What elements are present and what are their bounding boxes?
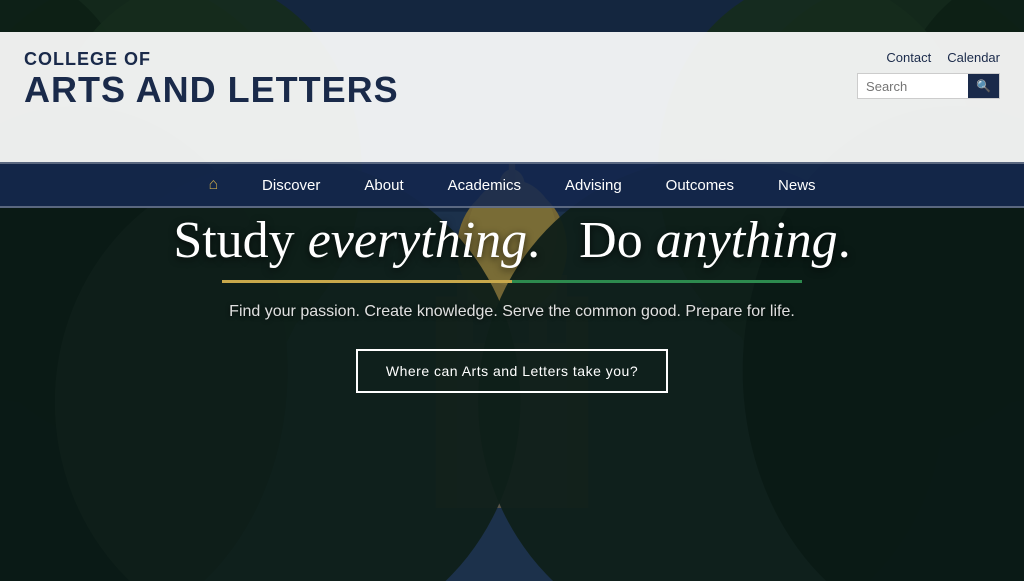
nav-item-academics[interactable]: Academics [426,165,543,206]
nav-link-academics[interactable]: Academics [426,165,543,206]
cta-button[interactable]: Where can Arts and Letters take you? [356,349,668,393]
nav-link-about[interactable]: About [342,165,425,206]
underline-yellow [222,280,512,283]
college-line1: COLLEGE OF [24,50,399,70]
headline-study: Study [173,212,307,269]
hero-subtitle: Find your passion. Create knowledge. Ser… [112,303,912,321]
header-links: Contact Calendar [886,50,1000,65]
search-button[interactable]: 🔍 [968,74,999,98]
nav-items: ⌂ Discover About Academics Advising Outc… [186,165,837,206]
contact-link[interactable]: Contact [886,50,931,65]
site-header: COLLEGE OF ARTS AND LETTERS Contact Cale… [0,32,1024,208]
underline-green [512,280,802,283]
nav-item-about[interactable]: About [342,165,425,206]
nav-link-advising[interactable]: Advising [543,165,644,206]
calendar-link[interactable]: Calendar [947,50,1000,65]
search-box: 🔍 [857,73,1000,99]
hero-underline [222,280,802,283]
nav-link-discover[interactable]: Discover [240,165,342,206]
hero-headline: Study everything. Do anything. [112,210,912,272]
header-right: Contact Calendar 🔍 [857,50,1000,99]
nav-item-news[interactable]: News [756,165,838,206]
nav-link-news[interactable]: News [756,165,838,206]
headline-everything: everything [308,212,527,269]
nav-home[interactable]: ⌂ [186,176,240,194]
headline-dot1: . Do [527,212,656,269]
headline-anything: anything [656,212,838,269]
home-icon[interactable]: ⌂ [186,164,240,205]
navigation-bar: ⌂ Discover About Academics Advising Outc… [0,162,1024,208]
college-line2: ARTS AND LETTERS [24,70,399,110]
headline-dot2: . [838,212,851,269]
nav-item-outcomes[interactable]: Outcomes [644,165,756,206]
nav-item-discover[interactable]: Discover [240,165,342,206]
nav-item-advising[interactable]: Advising [543,165,644,206]
hero-content: Study everything. Do anything. Find your… [112,210,912,393]
search-input[interactable] [858,75,968,98]
college-title: COLLEGE OF ARTS AND LETTERS [24,50,399,109]
nav-link-outcomes[interactable]: Outcomes [644,165,756,206]
header: COLLEGE OF ARTS AND LETTERS Contact Cale… [0,32,1024,162]
